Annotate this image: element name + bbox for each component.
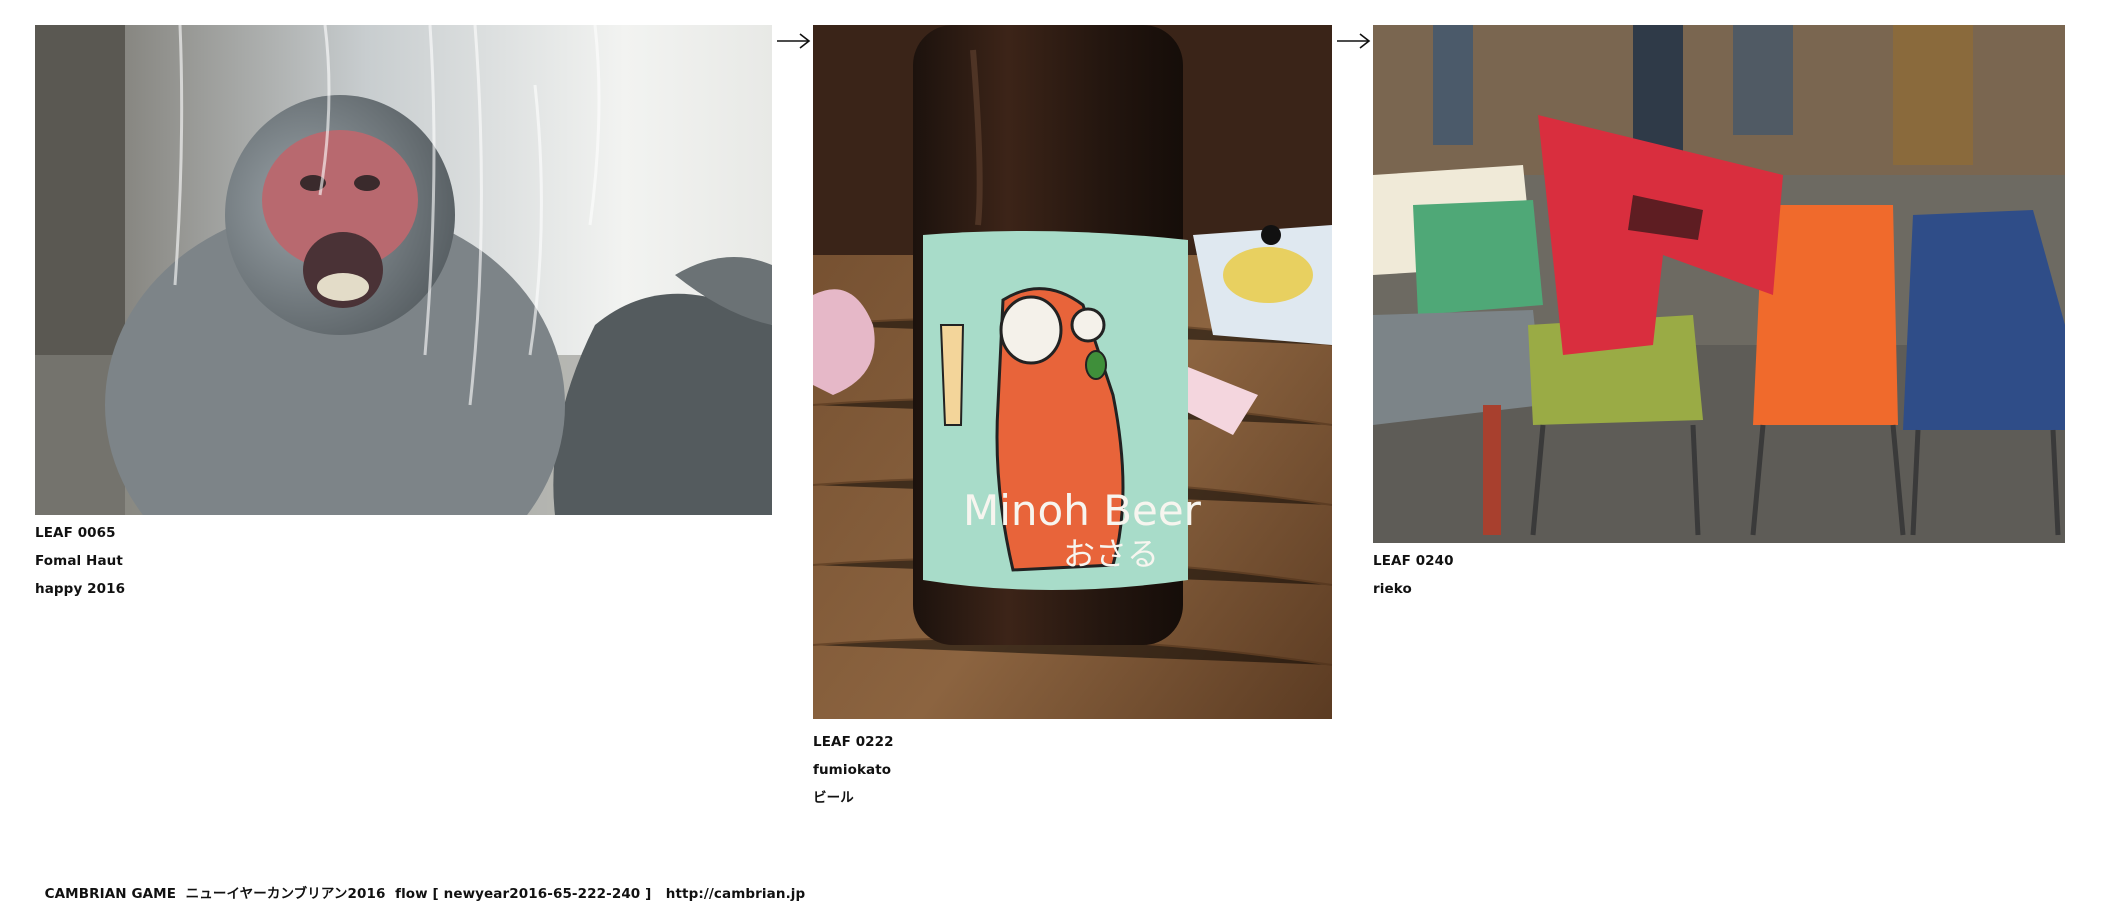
leaf-author[interactable]: fumiokato (813, 756, 1332, 784)
chairs-photo[interactable] (1373, 25, 2065, 543)
leaf-caption: ビール (813, 790, 854, 806)
leaf-author[interactable]: Fomal Haut (35, 547, 772, 575)
leaf-author[interactable]: rieko (1373, 575, 2065, 603)
bottle-sublabel-text: おさる (1063, 535, 1159, 573)
leaf-id[interactable]: LEAF 0222 (813, 728, 1332, 756)
arrow-right-icon (1336, 31, 1372, 51)
monkey-photo[interactable] (35, 25, 772, 515)
leaf-id[interactable]: LEAF 0065 (35, 519, 772, 547)
arrow-right-icon (776, 31, 812, 51)
leaf-caption: happy 2016 (35, 581, 126, 597)
leaf-card-0065: LEAF 0065 Fomal Haut happy 2016 (35, 25, 772, 603)
leaf-meta-0240: LEAF 0240 rieko (1373, 547, 2065, 603)
leaf-card-0240: LEAF 0240 rieko (1373, 25, 2065, 603)
leaf-meta-0222: LEAF 0222 fumiokato ビール (813, 728, 1332, 812)
beer-bottle-photo[interactable]: Minoh Beer おさる (813, 25, 1332, 719)
leaf-id[interactable]: LEAF 0240 (1373, 547, 2065, 575)
leaf-meta-0065: LEAF 0065 Fomal Haut happy 2016 (35, 519, 772, 603)
leaf-card-0222: Minoh Beer おさる LEAF 0222 fumiokato ビール (813, 25, 1332, 812)
site-footer: CAMBRIAN GAME ニューイヤーカンブリアン2016 flow [ ne… (35, 866, 806, 902)
bottle-label-text: Minoh Beer (963, 486, 1202, 535)
